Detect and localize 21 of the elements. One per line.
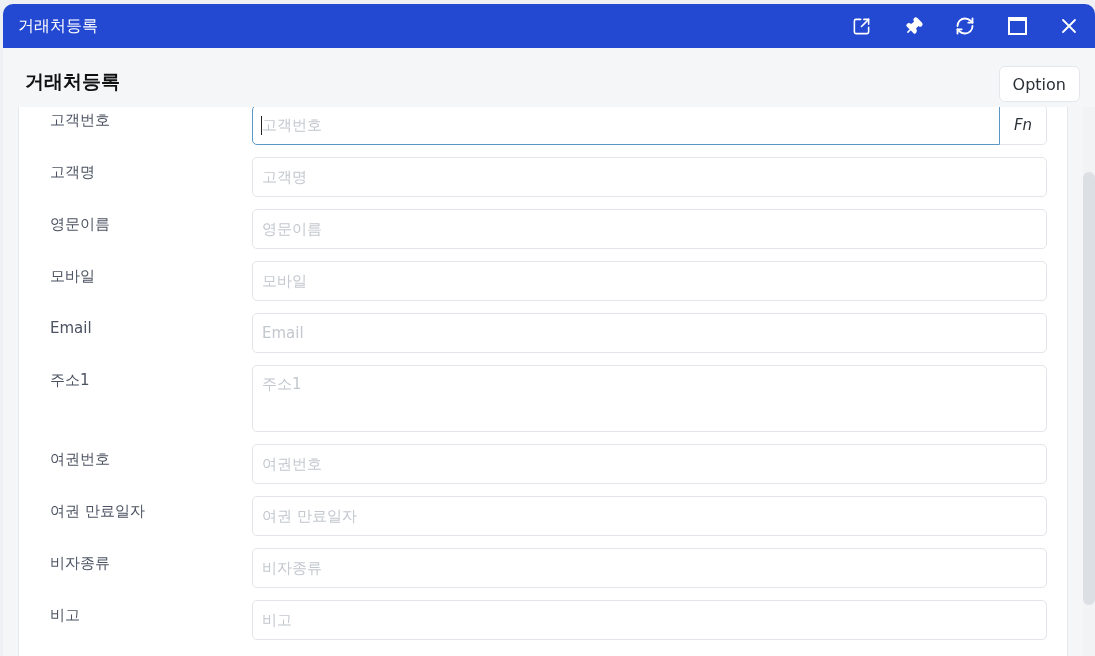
- page-title: 거래처등록: [25, 69, 120, 93]
- maximize-icon: [1007, 17, 1027, 35]
- text-cursor-icon: [261, 116, 262, 135]
- field-label: Email: [49, 318, 93, 338]
- textarea-field[interactable]: 주소1: [252, 365, 1047, 432]
- external-link-icon: [851, 16, 871, 36]
- field-label: 주소1: [49, 370, 91, 390]
- field-label: 비자종류: [49, 553, 111, 573]
- field-label: 여권 만료일자: [49, 501, 146, 521]
- window-title: 거래처등록: [18, 15, 98, 37]
- field-label: 고객명: [49, 162, 96, 182]
- field-label: 모바일: [49, 266, 96, 286]
- field-label: 영문이름: [49, 214, 111, 234]
- option-button[interactable]: Option: [998, 66, 1080, 102]
- field-label: 여권번호: [49, 449, 111, 469]
- field-label: 고객번호: [49, 110, 111, 130]
- input-field[interactable]: 고객번호: [252, 107, 1000, 145]
- refresh-icon: [955, 16, 975, 36]
- scrollbar-thumb[interactable]: [1083, 172, 1095, 605]
- fn-button[interactable]: Fn: [1000, 107, 1047, 145]
- field-label: 비고: [49, 605, 81, 625]
